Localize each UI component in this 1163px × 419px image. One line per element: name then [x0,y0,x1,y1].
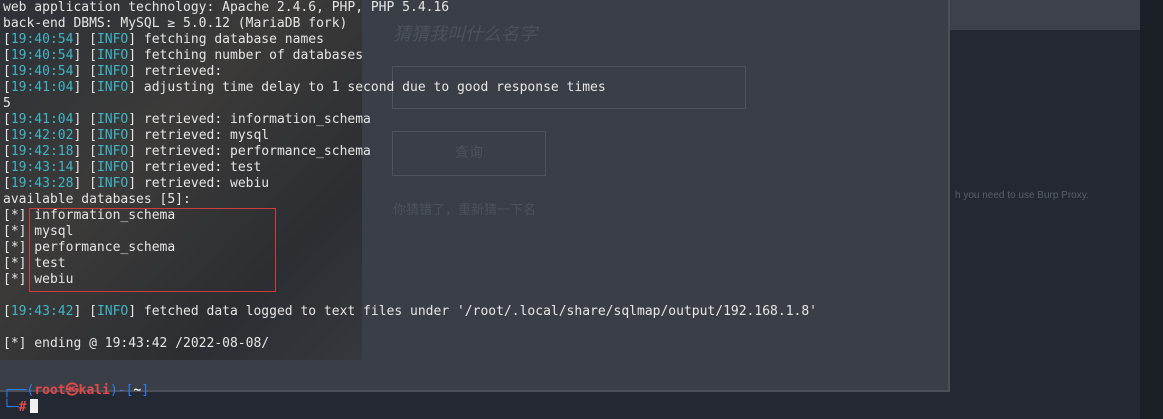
prompt-bracket-close: ] [141,383,150,398]
terminal-line: [19:43:42] [INFO] fetched data logged to… [3,304,817,319]
prompt-separator: )-[ [109,383,134,398]
log-timestamp: 19:40:54 [10,48,74,63]
log-timestamp: 19:41:04 [10,80,74,95]
log-timestamp: 19:43:14 [10,160,74,175]
terminal-line: [19:43:28] [INFO] retrieved: webiu [3,176,270,191]
terminal-line: [19:40:54] [INFO] fetching number of dat… [3,48,364,63]
log-message: retrieved: webiu [143,176,270,191]
terminal-line: 5 [3,96,943,112]
log-level: INFO [96,80,129,95]
terminal-line: [19:41:04] [INFO] adjusting time delay t… [3,80,606,95]
log-level: INFO [96,112,129,127]
prompt-symbol: # [18,400,27,415]
databases-highlight-box [29,208,276,292]
log-level: INFO [96,144,129,159]
terminal-line: [19:40:54] [INFO] retrieved: [3,64,223,79]
terminal-line: [19:40:54] [INFO] fetching database name… [3,32,324,47]
log-timestamp: 19:42:02 [10,128,74,143]
prompt-user-host: root㉿kali [34,383,110,398]
prompt-corner-icon: └─ [3,400,19,415]
log-message: retrieved: performance_schema [143,144,371,159]
output-text: 5 [3,96,11,111]
log-timestamp: 19:43:28 [10,176,74,191]
shell-prompt-line: ┌──(root㉿kali)-[~] [3,382,149,400]
log-timestamp: 19:41:04 [10,112,74,127]
terminal-line: [19:42:18] [INFO] retrieved: performance… [3,144,371,159]
log-level: INFO [96,32,129,47]
log-timestamp: 19:40:54 [10,32,74,47]
log-timestamp: 19:42:18 [10,144,74,159]
background-burp-hint: h you need to use Burp Proxy. [955,190,1089,201]
log-message: fetched data logged to text files under … [143,304,817,319]
prompt-frame-icon: ┌──( [3,383,35,398]
shell-input-line[interactable]: └─# [3,399,39,417]
log-timestamp: 19:40:54 [10,64,74,79]
log-message: retrieved: [143,64,223,79]
background-top-strip [950,0,1140,30]
log-level: INFO [96,304,129,319]
terminal-line: [19:41:04] [INFO] retrieved: information… [3,112,371,127]
output-text: web application technology: Apache 2.4.6… [3,0,450,15]
log-message: retrieved: information_schema [143,112,371,127]
log-message: fetching database names [143,32,324,47]
log-message: retrieved: test [143,160,262,175]
log-level: INFO [96,64,129,79]
terminal-line: back-end DBMS: MySQL ≥ 5.0.12 (MariaDB f… [3,16,943,32]
background-scroll-strip [1140,0,1163,419]
log-level: INFO [96,160,129,175]
terminal-line: [19:42:02] [INFO] retrieved: mysql [3,128,270,143]
log-level: INFO [96,128,129,143]
terminal-line: [*] ending @ 19:43:42 /2022-08-08/ [3,336,943,352]
log-message: adjusting time delay to 1 second due to … [143,80,606,95]
log-timestamp: 19:43:42 [10,304,74,319]
log-message: fetching number of databases [143,48,364,63]
terminal-output: web application technology: Apache 2.4.6… [3,0,943,352]
output-text: [*] ending @ 19:43:42 /2022-08-08/ [3,336,270,351]
log-level: INFO [96,176,129,191]
terminal-line: available databases [5]: [3,192,943,208]
output-text: available databases [5]: [3,192,191,207]
terminal-line: web application technology: Apache 2.4.6… [3,0,943,16]
log-level: INFO [96,48,129,63]
log-message: retrieved: mysql [143,128,270,143]
terminal-line: [19:43:14] [INFO] retrieved: test [3,160,262,175]
terminal-cursor[interactable] [30,399,39,413]
output-text: back-end DBMS: MySQL ≥ 5.0.12 (MariaDB f… [3,16,348,31]
